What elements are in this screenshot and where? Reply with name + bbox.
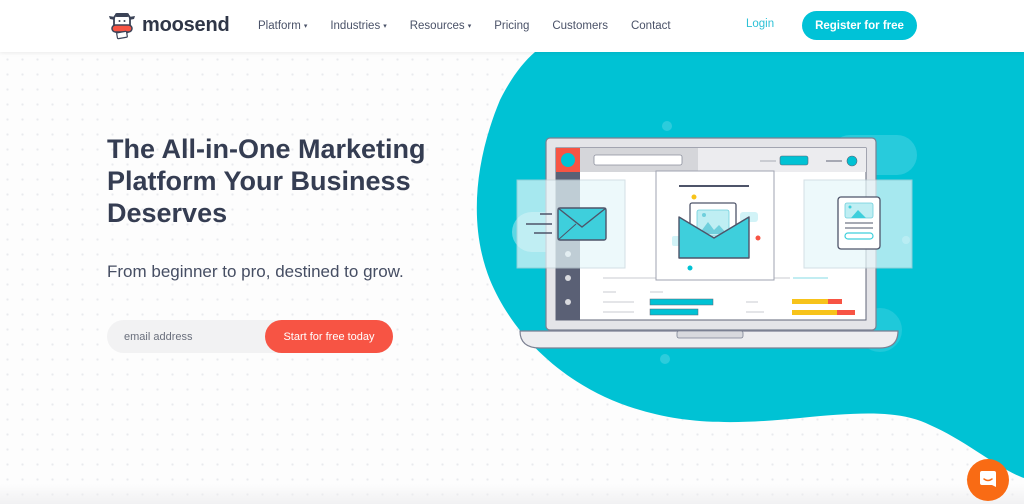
nav-pricing[interactable]: Pricing <box>494 20 529 32</box>
login-link[interactable]: Login <box>746 18 774 30</box>
nav-platform[interactable]: Platform ▾ <box>258 20 307 32</box>
hero-headline: The All-in-One Marketing Platform Your B… <box>107 134 426 228</box>
logo[interactable]: moosend <box>106 9 230 41</box>
email-input[interactable] <box>107 320 267 353</box>
nav-customers[interactable]: Customers <box>552 20 608 32</box>
nav-label: Contact <box>630 20 671 32</box>
register-button[interactable]: Register for free <box>802 11 917 40</box>
main-nav: Platform ▾ Industries ▾ Resources ▾ Pric… <box>258 0 694 52</box>
bottom-fade <box>0 484 1024 504</box>
chevron-down-icon: ▾ <box>383 23 387 30</box>
chevron-down-icon: ▾ <box>467 23 472 30</box>
nav-label: Resources <box>409 20 465 32</box>
nav-label: Pricing <box>494 20 530 32</box>
nav-resources[interactable]: Resources ▾ <box>410 20 471 32</box>
nav-contact[interactable]: Contact <box>631 20 671 32</box>
chat-widget-button[interactable] <box>967 459 1009 501</box>
brand-name: moosend <box>142 13 230 36</box>
signup-form: Start for free today <box>107 320 393 353</box>
nav-label: Platform <box>258 20 301 32</box>
hero-subheadline: From beginner to pro, destined to grow. <box>107 262 404 281</box>
cow-head-icon <box>109 13 135 40</box>
site-header: moosend Platform ▾ Industries ▾ Resource… <box>0 0 1024 52</box>
nav-industries[interactable]: Industries ▾ <box>330 20 386 32</box>
nav-label: Customers <box>552 20 608 32</box>
chevron-down-icon: ▾ <box>303 23 308 30</box>
nav-label: Industries <box>330 20 381 32</box>
chat-bubble-icon <box>980 471 996 487</box>
start-free-button[interactable]: Start for free today <box>265 320 393 353</box>
